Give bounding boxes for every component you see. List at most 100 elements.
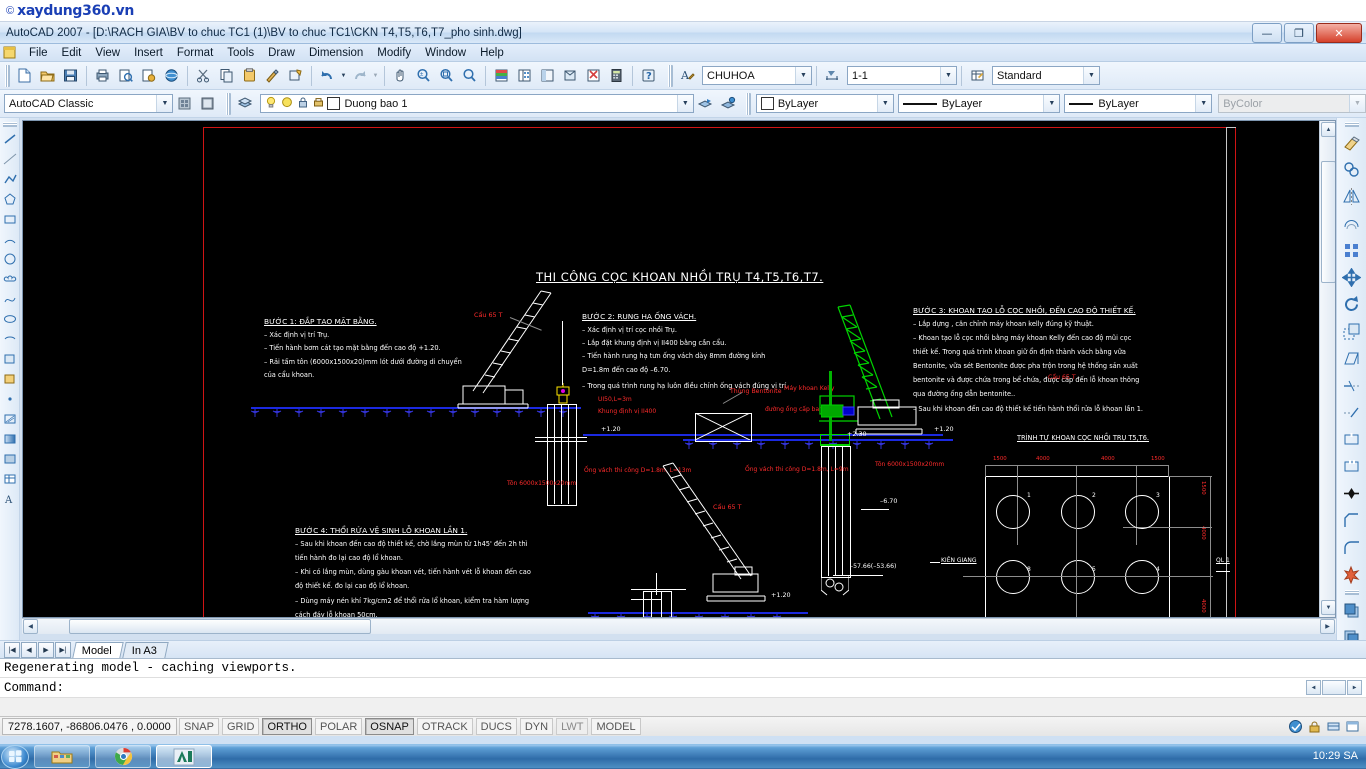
menu-item-insert[interactable]: Insert [127,46,170,60]
line-icon[interactable] [0,129,19,148]
layer-combo[interactable]: Duong bao 1 ▼ [260,94,694,113]
last-layout-button[interactable]: ▶| [55,642,71,658]
dim-style-combo[interactable]: 1-1 ▼ [847,66,957,85]
layer-toolbar-grip[interactable] [226,92,232,115]
clean-screen-icon[interactable] [1344,719,1360,735]
plot-icon-layer[interactable] [312,95,326,113]
vertical-scroll-thumb[interactable] [1321,161,1335,283]
horizontal-scroll-thumb[interactable] [69,619,371,634]
table-style-icon[interactable] [966,64,989,87]
table-style-combo[interactable]: Standard ▼ [992,66,1100,85]
taskbar-item-autocad[interactable] [156,745,212,768]
rotate-icon[interactable] [1339,291,1365,317]
rectangle-icon[interactable] [0,209,19,228]
table-icon[interactable] [0,469,19,488]
menu-item-help[interactable]: Help [473,46,511,60]
chevron-down-icon[interactable]: ▼ [795,67,811,84]
undo-dropdown-icon[interactable]: ▼ [339,64,348,87]
toolbar-grip[interactable] [2,122,17,127]
command-scroll-left-button[interactable]: ◀ [1306,680,1321,695]
erase-icon[interactable] [1339,129,1365,155]
extend-icon[interactable] [1339,399,1365,425]
toolbar-grip[interactable] [5,64,10,87]
region-icon[interactable] [0,449,19,468]
ellipse-icon[interactable] [0,309,19,328]
plot-preview-icon[interactable] [114,64,137,87]
scroll-up-button[interactable]: ▲ [1321,122,1335,137]
save-icon[interactable] [59,64,82,87]
draworder-toolbar-grip[interactable] [1344,590,1359,595]
properties-toolbar-grip[interactable] [745,92,751,115]
workspace-settings-icon[interactable] [173,92,196,115]
new-icon[interactable] [13,64,36,87]
chevron-down-icon[interactable]: ▼ [676,95,693,112]
drawing-canvas[interactable]: THI CÔNG CỌC KHOAN NHỒI TRỤ T4,T5,T6,T7.… [22,120,1336,618]
menu-item-format[interactable]: Format [170,46,220,60]
properties-icon[interactable] [490,64,513,87]
lineweight-combo[interactable]: ByLayer ▼ [1064,94,1213,113]
fillet-icon[interactable] [1339,534,1365,560]
toolpalettes-icon[interactable] [536,64,559,87]
break-at-point-icon[interactable] [1339,426,1365,452]
text-style-combo[interactable]: CHUHOA ▼ [702,66,812,85]
status-toggle-snap[interactable]: SNAP [179,718,219,735]
designcenter-icon[interactable] [513,64,536,87]
status-toggle-grid[interactable]: GRID [221,718,260,735]
canvas-horizontal-scrollbar[interactable]: ◀ ▶ [22,618,1336,634]
spline-icon[interactable] [0,289,19,308]
layer-previous-icon[interactable] [694,92,717,115]
zoom-realtime-icon[interactable]: ± [412,64,435,87]
ellipse-arc-icon[interactable] [0,329,19,348]
stretch-icon[interactable] [1339,345,1365,371]
menu-item-window[interactable]: Window [418,46,473,60]
command-scroll-right-button[interactable]: ▶ [1347,680,1362,695]
chevron-down-icon[interactable]: ▼ [1083,67,1099,84]
revcloud-icon[interactable] [0,269,19,288]
canvas-vertical-scrollbar[interactable]: ▲ ▼ [1319,121,1335,617]
workspace-combo[interactable]: AutoCAD Classic ▼ [4,94,174,113]
cut-icon[interactable] [192,64,215,87]
status-toggle-polar[interactable]: POLAR [315,718,363,735]
scale-icon[interactable] [1339,318,1365,344]
chevron-down-icon[interactable]: ▼ [940,67,956,84]
taskbar-item-explorer[interactable] [34,745,90,768]
dim-style-icon[interactable] [821,64,844,87]
redo-icon[interactable] [348,64,371,87]
toolbar-grip[interactable] [1344,122,1359,127]
menu-item-tools[interactable]: Tools [220,46,261,60]
taskbar-clock[interactable]: 10:29 SA [1313,750,1366,763]
status-toggle-ducs[interactable]: DUCS [475,718,517,735]
close-button[interactable]: ✕ [1316,23,1362,43]
lock-icon[interactable] [296,95,310,113]
linetype-combo[interactable]: ByLayer ▼ [897,94,1061,113]
scroll-right-button[interactable]: ▶ [1320,619,1335,634]
polyline-icon[interactable] [0,169,19,188]
coordinate-readout[interactable]: 7278.1607, -86806.0476 , 0.0000 [2,718,177,735]
menu-item-view[interactable]: View [88,46,127,60]
insert-block-icon[interactable] [0,349,19,368]
chevron-down-icon[interactable]: ▼ [876,95,893,112]
offset-icon[interactable] [1339,210,1365,236]
help-icon[interactable]: ? [637,64,660,87]
scroll-left-button[interactable]: ◀ [23,619,38,634]
gradient-icon[interactable] [0,429,19,448]
open-icon[interactable] [36,64,59,87]
tab-model[interactable]: Model [72,642,124,658]
explode-icon[interactable] [1339,561,1365,587]
zoom-previous-icon[interactable] [458,64,481,87]
matchprop-icon[interactable] [261,64,284,87]
start-orb-icon[interactable] [1,744,29,769]
next-layout-button[interactable]: ▶ [38,642,54,658]
blockeditor-icon[interactable] [284,64,307,87]
my-workspace-icon[interactable] [196,92,219,115]
lock-icon[interactable] [1306,719,1322,735]
layer-state-icon[interactable] [717,92,740,115]
plot-icon[interactable] [91,64,114,87]
break-icon[interactable] [1339,453,1365,479]
command-window[interactable]: Regenerating model - caching viewports. … [0,658,1366,716]
status-toggle-model[interactable]: MODEL [591,718,641,735]
first-layout-button[interactable]: |◀ [4,642,20,658]
hatch-icon[interactable] [0,409,19,428]
light-on-icon[interactable] [264,95,278,113]
maximize-button[interactable]: ❐ [1284,23,1314,43]
